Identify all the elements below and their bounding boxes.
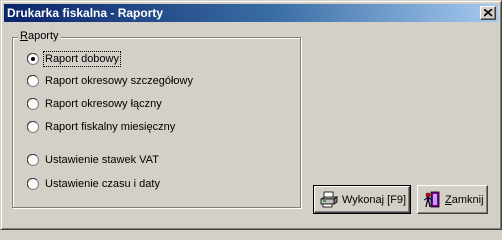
title-bar[interactable]: Drukarka fiskalna - Raporty (4, 4, 498, 22)
radio-ustawienie-stawek-vat[interactable]: Ustawienie stawek VAT (27, 152, 160, 168)
radio-ustawienie-czasu-i-daty[interactable]: Ustawienie czasu i daty (27, 176, 161, 192)
radio-button[interactable] (27, 53, 39, 65)
execute-button[interactable]: Wykonaj [F9] (314, 186, 410, 213)
radio-button[interactable] (27, 154, 39, 166)
exit-door-icon (423, 191, 440, 207)
radio-raport-dobowy[interactable]: Raport dobowy (27, 51, 121, 67)
close-window-button[interactable] (480, 6, 496, 20)
radio-raport-okresowy-szczegolowy[interactable]: Raport okresowy szczegółowy (27, 73, 194, 89)
printer-icon (320, 191, 338, 207)
execute-button-label: Wykonaj [F9] (342, 193, 407, 206)
close-button-label: Zamknij (445, 193, 484, 206)
radio-button[interactable] (27, 75, 39, 87)
radio-label: Raport okresowy łączny (45, 98, 162, 110)
dialog-window: Drukarka fiskalna - Raporty Raporty Rapo… (0, 0, 502, 230)
radio-raport-okresowy-laczny[interactable]: Raport okresowy łączny (27, 96, 163, 112)
radio-button[interactable] (27, 121, 39, 133)
close-button[interactable]: Zamknij (417, 185, 488, 214)
radio-label: Ustawienie stawek VAT (45, 154, 159, 166)
radio-label: Raport okresowy szczegółowy (45, 75, 193, 87)
close-icon (484, 9, 493, 17)
radio-button[interactable] (27, 178, 39, 190)
window-title: Drukarka fiskalna - Raporty (7, 6, 164, 20)
radio-button[interactable] (27, 98, 39, 110)
radio-label: Raport dobowy (43, 51, 121, 67)
radio-raport-fiskalny-miesieczny[interactable]: Raport fiskalny miesięczny (27, 119, 176, 135)
radio-label: Ustawienie czasu i daty (45, 178, 160, 190)
radio-label: Raport fiskalny miesięczny (45, 121, 176, 133)
reports-group-label: Raporty (18, 30, 61, 43)
